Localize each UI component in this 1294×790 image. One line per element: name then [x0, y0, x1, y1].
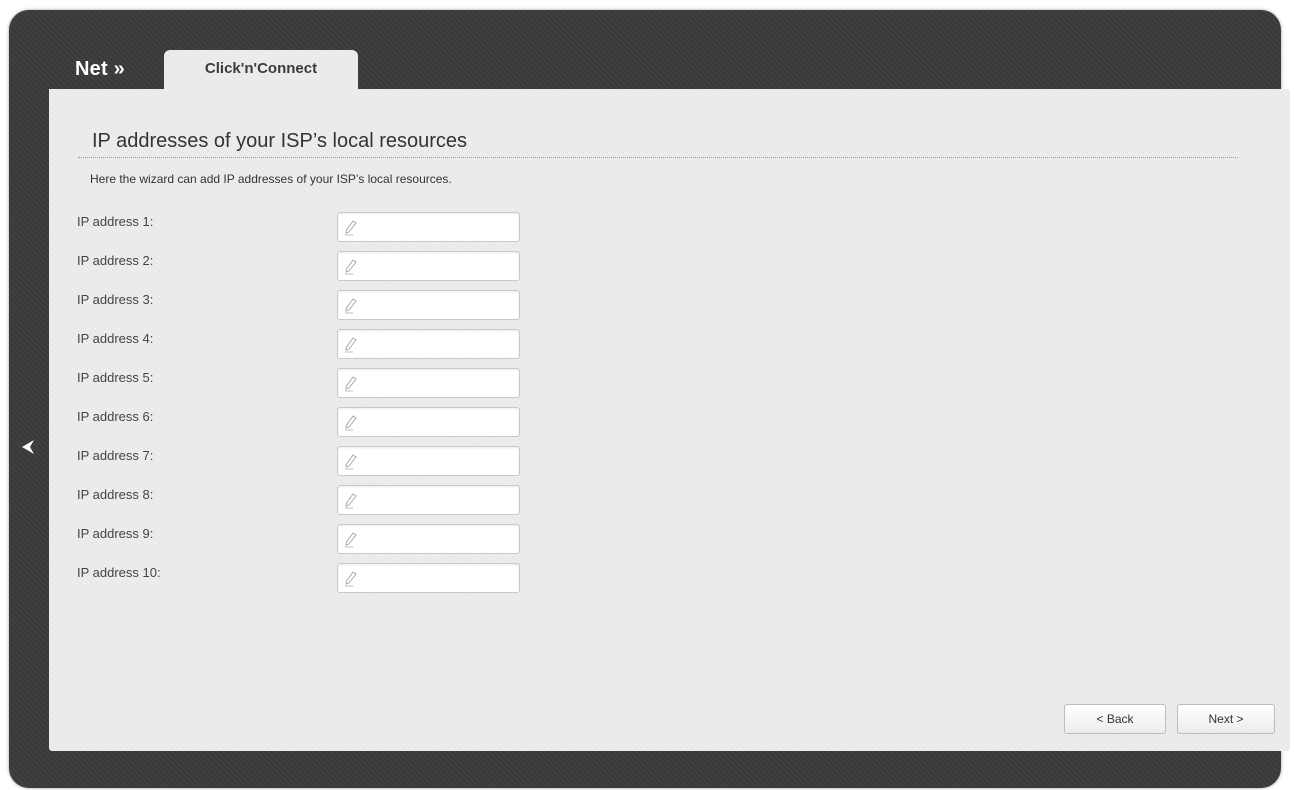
ip-address-field[interactable]: [337, 446, 520, 476]
ip-address-input[interactable]: [362, 213, 516, 241]
ip-address-input[interactable]: [362, 369, 516, 397]
ip-address-field[interactable]: [337, 368, 520, 398]
page-title: IP addresses of your ISP’s local resourc…: [92, 130, 467, 152]
content-panel: [49, 89, 1290, 751]
pencil-icon: [345, 259, 357, 275]
ip-address-field[interactable]: [337, 212, 520, 242]
page-description: Here the wizard can add IP addresses of …: [90, 172, 452, 186]
ip-address-input[interactable]: [362, 447, 516, 475]
pencil-icon: [345, 571, 357, 587]
ip-address-label: IP address 9:: [77, 526, 154, 541]
ip-address-field[interactable]: [337, 290, 520, 320]
pencil-icon: [345, 532, 357, 548]
tab-click-n-connect[interactable]: Click'n'Connect: [164, 50, 358, 90]
ip-address-label: IP address 8:: [77, 487, 154, 502]
ip-address-field[interactable]: [337, 407, 520, 437]
ip-address-input[interactable]: [362, 525, 516, 553]
ip-address-field[interactable]: [337, 524, 520, 554]
ip-address-label: IP address 2:: [77, 253, 154, 268]
pencil-icon: [345, 415, 357, 431]
pencil-icon: [345, 337, 357, 353]
ip-address-label: IP address 1:: [77, 214, 154, 229]
pencil-icon: [345, 493, 357, 509]
breadcrumb-root[interactable]: Net »: [75, 58, 125, 81]
ip-address-input[interactable]: [362, 408, 516, 436]
ip-address-label: IP address 4:: [77, 331, 154, 346]
back-button[interactable]: < Back: [1064, 704, 1166, 734]
ip-address-label: IP address 5:: [77, 370, 154, 385]
ip-address-input[interactable]: [362, 564, 516, 592]
pencil-icon: [345, 220, 357, 236]
pencil-icon: [345, 298, 357, 314]
ip-address-label: IP address 10:: [77, 565, 161, 580]
chevron-left-icon[interactable]: [18, 437, 38, 457]
pencil-icon: [345, 454, 357, 470]
ip-address-label: IP address 3:: [77, 292, 154, 307]
ip-address-field[interactable]: [337, 329, 520, 359]
title-divider: [78, 157, 1238, 158]
ip-address-input[interactable]: [362, 291, 516, 319]
ip-address-input[interactable]: [362, 252, 516, 280]
ip-address-label: IP address 7:: [77, 448, 154, 463]
ip-address-field[interactable]: [337, 485, 520, 515]
pencil-icon: [345, 376, 357, 392]
ip-address-field[interactable]: [337, 251, 520, 281]
next-button[interactable]: Next >: [1177, 704, 1275, 734]
ip-address-label: IP address 6:: [77, 409, 154, 424]
ip-address-input[interactable]: [362, 330, 516, 358]
ip-address-field[interactable]: [337, 563, 520, 593]
ip-address-input[interactable]: [362, 486, 516, 514]
